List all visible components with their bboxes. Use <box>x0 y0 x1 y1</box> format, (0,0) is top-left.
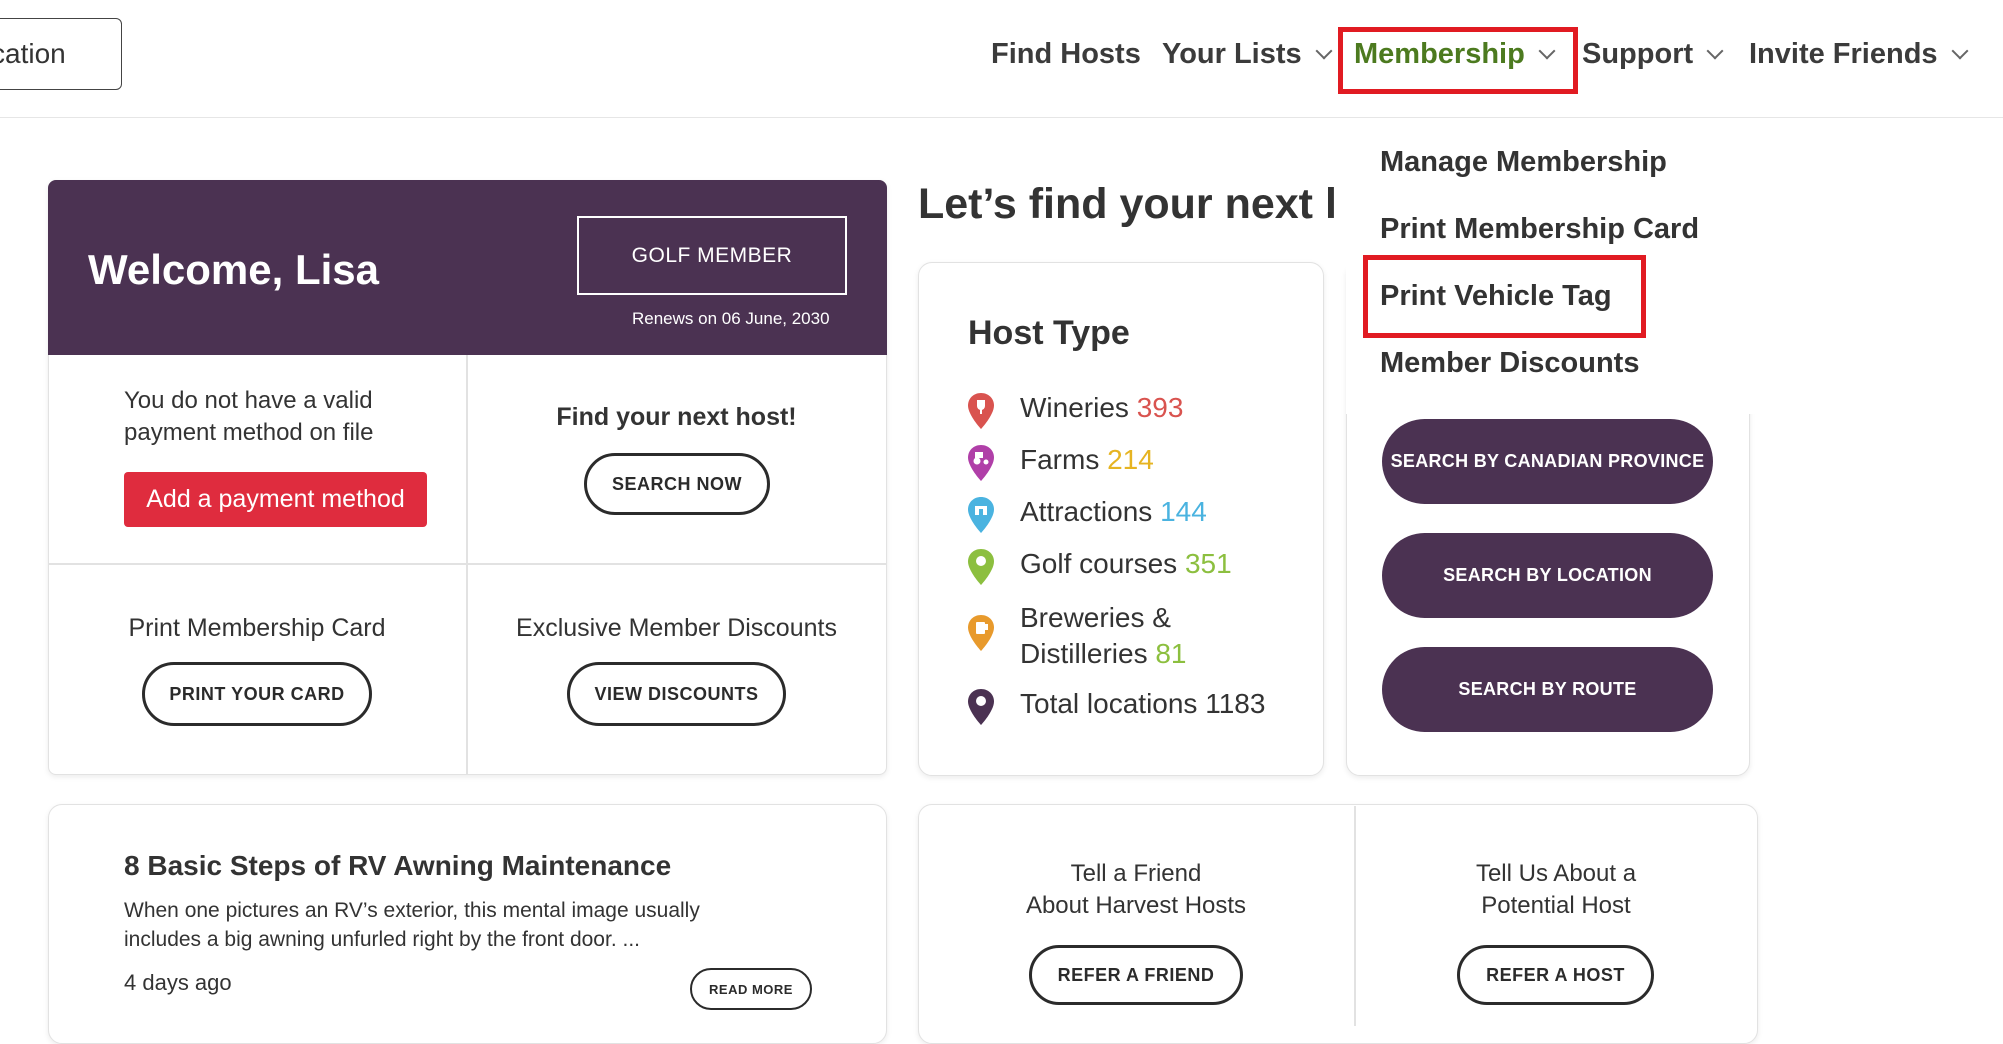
nav-invite-friends[interactable]: Invite Friends <box>1749 38 1969 71</box>
print-your-card-button[interactable]: PRINT YOUR CARD <box>142 662 372 726</box>
nav-membership[interactable]: Membership <box>1354 38 1556 71</box>
host-row-count: 81 <box>1155 638 1187 669</box>
refer-host-line1: Tell Us About a <box>1475 860 1637 887</box>
host-row-wineries[interactable]: Wineries 393 <box>966 392 1265 444</box>
chevron-down-icon <box>1951 42 1969 59</box>
host-row-count: 1183 <box>1205 688 1266 719</box>
host-row-name-line2: Distilleries <box>1020 638 1148 669</box>
host-row-name: Golf courses <box>1020 548 1178 579</box>
location-search-button[interactable]: cation <box>0 18 122 90</box>
discounts-label: Exclusive Member Discounts <box>516 614 837 642</box>
article-excerpt-line1: When one pictures an RV’s exterior, this… <box>124 899 700 922</box>
host-row-golf-courses[interactable]: Golf courses 351 <box>966 548 1265 600</box>
host-row-name: Wineries <box>1020 392 1129 423</box>
host-row-count: 144 <box>1160 496 1207 527</box>
tractor-pin-icon <box>968 445 994 481</box>
chevron-down-icon <box>1706 42 1724 59</box>
host-row-farms[interactable]: Farms 214 <box>966 444 1265 496</box>
welcome-title: Welcome, Lisa <box>88 246 380 293</box>
golf-pin-icon <box>968 549 994 585</box>
nav-support-label: Support <box>1582 38 1694 70</box>
chevron-down-icon <box>1315 42 1333 59</box>
payment-warning-line1: You do not have a valid <box>124 387 373 414</box>
article-excerpt-line2: includes a big awning unfurled right by … <box>124 928 640 951</box>
refer-card <box>918 804 1758 1044</box>
nav-your-lists-label: Your Lists <box>1162 38 1302 70</box>
refer-a-host-button[interactable]: REFER A HOST <box>1457 945 1654 1005</box>
host-row-name: Total locations <box>1020 688 1198 719</box>
chevron-down-icon <box>1538 42 1556 59</box>
dropdown-print-membership-card[interactable]: Print Membership Card <box>1380 213 1699 246</box>
location-pin-icon <box>968 689 994 725</box>
renewal-date: Renews on 06 June, 2030 <box>632 309 830 328</box>
host-row-total: Total locations 1183 <box>966 688 1265 740</box>
host-row-attractions[interactable]: Attractions 144 <box>966 496 1265 548</box>
attraction-pin-icon <box>968 497 994 533</box>
nav-find-hosts-label: Find Hosts <box>991 38 1141 70</box>
dropdown-member-discounts[interactable]: Member Discounts <box>1380 347 1639 380</box>
host-row-count: 393 <box>1136 392 1184 423</box>
host-row-name: Attractions <box>1020 496 1153 527</box>
host-type-title: Host Type <box>968 314 1130 352</box>
wine-pin-icon <box>968 393 994 429</box>
host-row-count: 351 <box>1184 548 1232 579</box>
search-by-location-button[interactable]: SEARCH BY LOCATION <box>1382 533 1713 618</box>
search-by-province-button[interactable]: SEARCH BY CANADIAN PROVINCE <box>1382 419 1713 504</box>
dropdown-print-vehicle-tag[interactable]: Print Vehicle Tag <box>1380 280 1612 313</box>
host-row-name: Farms <box>1020 444 1100 475</box>
refer-a-friend-button[interactable]: REFER A FRIEND <box>1029 945 1243 1005</box>
read-more-button[interactable]: READ MORE <box>690 968 812 1010</box>
payment-warning: You do not have a valid payment method o… <box>124 385 373 449</box>
payment-warning-line2: payment method on file <box>124 419 374 446</box>
view-discounts-button[interactable]: VIEW DISCOUNTS <box>567 662 786 726</box>
dropdown-manage-membership[interactable]: Manage Membership <box>1380 146 1667 179</box>
nav-invite-friends-label: Invite Friends <box>1749 38 1938 70</box>
refer-friend-line2: About Harvest Hosts <box>1025 892 1247 919</box>
refer-host-text: Tell Us About a Potential Host <box>1354 858 1758 922</box>
find-host-title: Find your next host! <box>556 403 797 431</box>
search-by-route-button[interactable]: SEARCH BY ROUTE <box>1382 647 1713 732</box>
find-next-heading: Let’s find your next l <box>918 180 1337 228</box>
host-row-breweries[interactable]: Breweries & Distilleries 81 <box>966 600 1265 688</box>
refer-friend-text: Tell a Friend About Harvest Hosts <box>918 858 1354 922</box>
membership-badge: GOLF MEMBER <box>577 216 847 295</box>
host-type-list: Wineries 393 Farms 214 Attractions 144 G… <box>966 392 1265 740</box>
nav-your-lists[interactable]: Your Lists <box>1162 38 1333 71</box>
refer-host-line2: Potential Host <box>1481 892 1631 919</box>
host-row-name-line1: Breweries & <box>1020 602 1171 633</box>
nav-support[interactable]: Support <box>1582 38 1724 71</box>
print-card-label: Print Membership Card <box>128 614 386 642</box>
refer-friend-line1: Tell a Friend <box>1070 860 1202 887</box>
search-now-button[interactable]: SEARCH NOW <box>584 453 770 515</box>
beer-pin-icon <box>968 615 994 651</box>
article-age: 4 days ago <box>124 970 232 995</box>
article-excerpt: When one pictures an RV’s exterior, this… <box>124 896 700 954</box>
host-row-count: 214 <box>1107 444 1154 475</box>
nav-membership-label: Membership <box>1354 38 1525 70</box>
nav-find-hosts[interactable]: Find Hosts <box>991 38 1141 71</box>
add-payment-method-button[interactable]: Add a payment method <box>124 472 427 527</box>
article-title[interactable]: 8 Basic Steps of RV Awning Maintenance <box>124 850 671 882</box>
card-divider <box>48 563 887 565</box>
